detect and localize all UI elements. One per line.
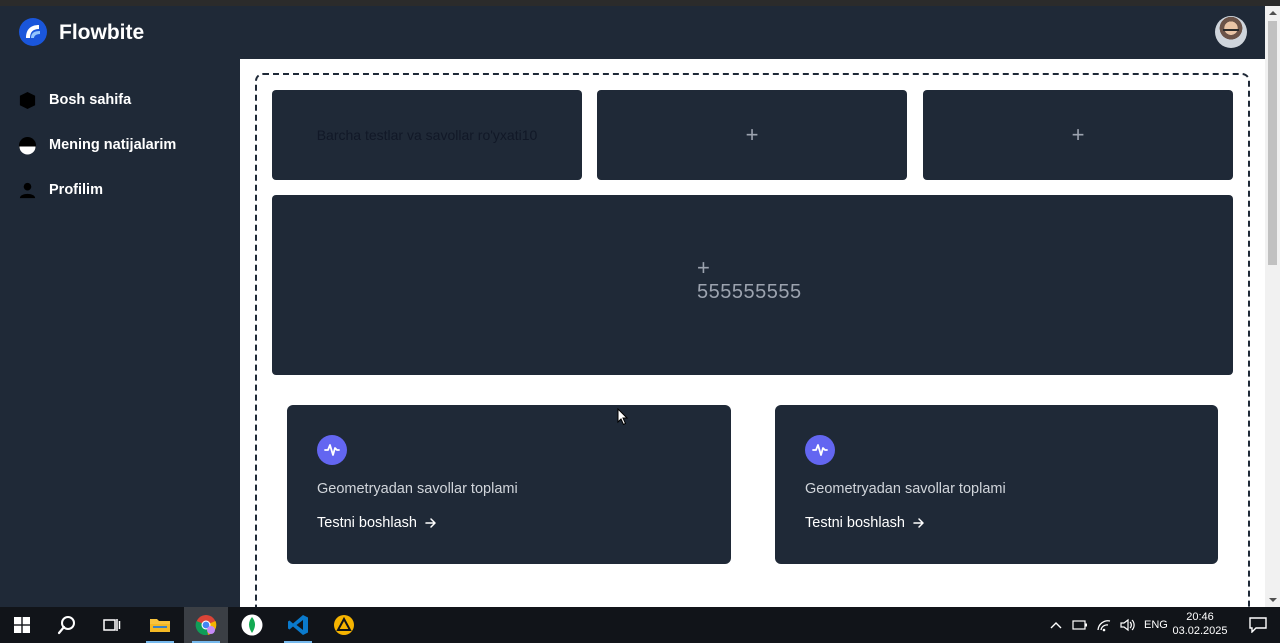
leaf-icon [241,614,263,636]
scroll-up-arrow-icon[interactable] [1265,6,1280,20]
sidebar-item-home[interactable]: Bosh sahifa [18,88,131,112]
start-test-label: Testni boshlash [317,515,417,531]
windows-start-button[interactable] [0,607,44,643]
test-card: Geometryadan savollar toplami Testni bos… [287,405,731,564]
test-card: Geometryadan savollar toplami Testni bos… [775,405,1218,564]
notification-icon [1249,617,1267,633]
keyboard-language[interactable]: ENG [1144,619,1168,631]
flowbite-logo-icon[interactable] [18,17,48,47]
tile-all-tests[interactable]: Barcha testlar va savollar ro'yxati10 [272,90,582,180]
sidebar-item-profile[interactable]: Profilim [18,178,103,202]
chrome-icon [195,615,217,636]
start-test-label: Testni boshlash [805,515,905,531]
windows-logo-icon [14,617,30,633]
tile-all-tests-label: Barcha testlar va savollar ro'yxati10 [316,127,538,143]
card-title: Geometryadan savollar toplami [805,481,1006,497]
search-icon [57,616,75,635]
avatar[interactable] [1215,16,1247,48]
mouse-cursor-icon [617,408,629,426]
system-tray: ENG [1050,607,1168,643]
wifi-icon[interactable] [1096,618,1112,632]
app-triangle-button[interactable] [322,607,366,643]
vscode-icon [288,615,308,635]
scroll-down-arrow-icon[interactable] [1265,593,1280,607]
tile-add-2[interactable]: + [923,90,1233,180]
task-view-button[interactable] [90,607,134,643]
home-icon [19,91,36,109]
folder-icon [150,619,170,632]
start-test-link[interactable]: Testni boshlash [805,515,925,531]
plus-icon: + [1071,122,1085,147]
search-button[interactable] [45,607,89,643]
battery-icon[interactable] [1072,618,1088,632]
vscode-button[interactable] [276,607,320,643]
mongodb-compass-button[interactable] [230,607,274,643]
tile-large-value: 555555555 [697,281,802,303]
arrow-right-icon [425,518,436,528]
arrow-right-icon [913,518,924,528]
results-icon [18,136,37,155]
main-content: Barcha testlar va savollar ro'yxati10 + … [240,59,1265,607]
plus-icon: + [697,255,710,280]
card-title: Geometryadan savollar toplami [317,481,518,497]
sidebar-item-label: Profilim [49,182,103,198]
clock-time: 20:46 [1186,611,1214,623]
chrome-button[interactable] [184,607,228,643]
page-scrollbar[interactable] [1265,6,1280,607]
warning-triangle-icon [334,615,354,635]
sidebar: Bosh sahifa Mening natijalarim Profilim [0,59,240,607]
sidebar-item-label: Mening natijalarim [49,137,177,153]
chart-activity-icon [805,435,835,465]
notifications-button[interactable] [1236,607,1280,643]
task-view-icon [103,619,121,631]
top-navbar: Flowbite [0,6,1265,59]
scroll-thumb[interactable] [1268,21,1277,265]
sidebar-item-label: Bosh sahifa [49,92,132,108]
chevron-up-icon[interactable] [1050,621,1062,629]
tile-add-1[interactable]: + [597,90,907,180]
sidebar-item-results[interactable]: Mening natijalarim [18,133,176,157]
volume-icon[interactable] [1120,618,1136,632]
brand-name[interactable]: Flowbite [59,21,144,45]
system-clock[interactable]: 20:46 03.02.2025 [1172,610,1228,638]
file-explorer-button[interactable] [138,607,182,643]
plus-icon: + [745,122,759,147]
tile-large[interactable]: + 555555555 [272,195,1233,375]
user-icon [19,182,36,198]
start-test-link[interactable]: Testni boshlash [317,515,437,531]
clock-date: 03.02.2025 [1172,625,1228,637]
os-taskbar: ENG 20:46 03.02.2025 [0,607,1280,643]
chart-activity-icon [317,435,347,465]
